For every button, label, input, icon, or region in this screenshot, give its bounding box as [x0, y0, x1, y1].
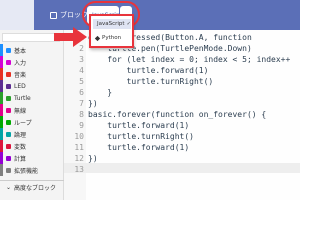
- category-label: Turtle: [14, 94, 31, 102]
- current-line-highlight: [64, 163, 300, 173]
- category-logic[interactable]: 論理: [0, 128, 64, 140]
- category-extensions[interactable]: 拡張機能: [0, 164, 64, 176]
- signal-icon: [6, 107, 11, 113]
- category-variables[interactable]: 変数: [0, 140, 64, 152]
- category-color-bar: [0, 80, 3, 92]
- blocks-icon: [50, 11, 57, 19]
- line-number: 6: [79, 88, 84, 97]
- toolbox-sidebar: 基本 入力 音楽 LED Turtle 無線 ループ 論理 変数 計算 拡張機能…: [0, 30, 64, 200]
- top-bar: ブロック JavaScript ⌄: [0, 0, 300, 30]
- category-radio[interactable]: 無線: [0, 104, 64, 116]
- line-number: 13: [74, 165, 84, 174]
- category-label: 入力: [14, 59, 27, 67]
- category-input[interactable]: 入力: [0, 56, 64, 68]
- category-label: 計算: [14, 155, 27, 163]
- line-number: 9: [79, 121, 84, 130]
- category-color-bar: [0, 44, 3, 56]
- calculator-icon: [6, 155, 11, 161]
- category-color-bar: [0, 116, 3, 128]
- line-number: 11: [74, 143, 84, 152]
- plus-icon: [6, 167, 11, 173]
- target-icon: [6, 59, 11, 65]
- chevron-down-icon: ⌄: [6, 183, 12, 191]
- advanced-blocks-toggle[interactable]: ⌄ 高度なブロック: [0, 180, 64, 193]
- category-color-bar: [0, 128, 3, 140]
- toggle-icon: [6, 83, 11, 89]
- category-label: 論理: [14, 131, 27, 139]
- refresh-icon: [6, 119, 11, 125]
- code-line: turtle.forward(1): [88, 143, 190, 152]
- category-color-bar: [0, 68, 3, 80]
- list-icon: [6, 143, 11, 149]
- toolbox-search-input[interactable]: [2, 33, 60, 42]
- category-loops[interactable]: ループ: [0, 116, 64, 128]
- category-color-bar: [0, 140, 3, 152]
- category-music[interactable]: 音楽: [0, 68, 64, 80]
- pointer-arrow-icon: [54, 27, 87, 47]
- highlight-box: [89, 14, 134, 48]
- line-number: 12: [74, 154, 84, 163]
- category-color-bar: [0, 92, 3, 104]
- category-color-bar: [0, 152, 3, 164]
- code-line: }): [88, 154, 98, 163]
- grid-icon: [6, 47, 11, 53]
- category-math[interactable]: 計算: [0, 152, 64, 164]
- category-color-bar: [0, 164, 3, 176]
- code-editor[interactable]: 1 2 3 4 5 6 7 8 9 10 11 12 13 onButtonPr…: [64, 30, 300, 200]
- code-line: turtle.turnRight(): [88, 77, 214, 86]
- category-label: LED: [14, 82, 26, 90]
- line-number: 4: [79, 66, 84, 75]
- shuffle-icon: [6, 131, 11, 137]
- line-number: 7: [79, 99, 84, 108]
- category-turtle[interactable]: Turtle: [0, 92, 64, 104]
- category-label: 音楽: [14, 71, 27, 79]
- category-color-bar: [0, 104, 3, 116]
- category-label: ループ: [14, 119, 32, 127]
- category-color-bar: [0, 56, 3, 68]
- code-line: turtle.forward(1): [88, 66, 209, 75]
- category-label: 変数: [14, 143, 27, 151]
- code-line: for (let index = 0; index < 5; index++: [88, 55, 291, 64]
- category-led[interactable]: LED: [0, 80, 64, 92]
- code-line: }: [88, 88, 113, 97]
- logo-area: [0, 0, 34, 30]
- turtle-icon: [6, 95, 11, 101]
- advanced-blocks-label: 高度なブロック: [14, 184, 57, 192]
- code-line: turtle.forward(1): [88, 121, 190, 130]
- line-number: 10: [74, 132, 84, 141]
- line-number: 8: [79, 110, 84, 119]
- code-line: turtle.turnRight(): [88, 132, 194, 141]
- category-label: 拡張機能: [14, 167, 39, 175]
- category-label: 基本: [14, 47, 27, 55]
- code-line: basic.forever(function on_forever() {: [88, 110, 267, 119]
- line-number: 5: [79, 77, 84, 86]
- line-number: 3: [79, 55, 84, 64]
- category-label: 無線: [14, 107, 27, 115]
- headphones-icon: [6, 71, 11, 77]
- code-line: }): [88, 99, 98, 108]
